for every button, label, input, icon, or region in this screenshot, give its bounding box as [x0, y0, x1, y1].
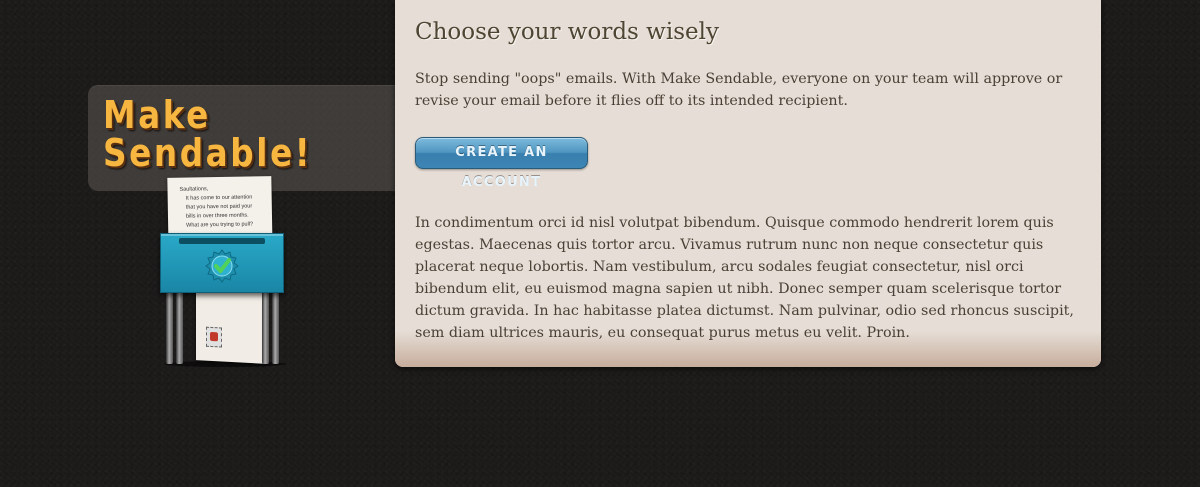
- body-paragraph: In condimentum orci id nisl volutpat bib…: [415, 215, 1074, 341]
- letter-line: What are you trying to pull?: [186, 221, 254, 229]
- create-account-button[interactable]: CREATE AN ACCOUNT: [415, 137, 588, 190]
- intro-paragraph: Stop sending "oops" emails. With Make Se…: [415, 71, 1063, 109]
- checkmark-badge-icon: [205, 249, 239, 283]
- logo-line-2: Sendable!: [103, 131, 313, 175]
- mailbox-leg: [262, 290, 269, 364]
- page-heading: Choose your words wisely: [415, 19, 719, 45]
- mailbox-leg: [272, 290, 279, 364]
- mailbox-icon: [160, 233, 284, 293]
- site-logo[interactable]: Make Sendable!: [103, 93, 313, 175]
- stamp-icon: [206, 326, 222, 348]
- mailbox-illustration: Saultations, It has come to our attentio…: [150, 175, 300, 375]
- mailbox-slot: [179, 238, 265, 244]
- mailbox-leg: [166, 290, 173, 364]
- letter-exiting: [196, 288, 266, 364]
- content-panel: Choose your words wisely Stop sending "o…: [395, 0, 1101, 367]
- logo-line-1: Make: [103, 93, 211, 137]
- panel-content: Choose your words wisely Stop sending "o…: [415, 18, 1081, 344]
- mailbox-leg: [176, 290, 183, 364]
